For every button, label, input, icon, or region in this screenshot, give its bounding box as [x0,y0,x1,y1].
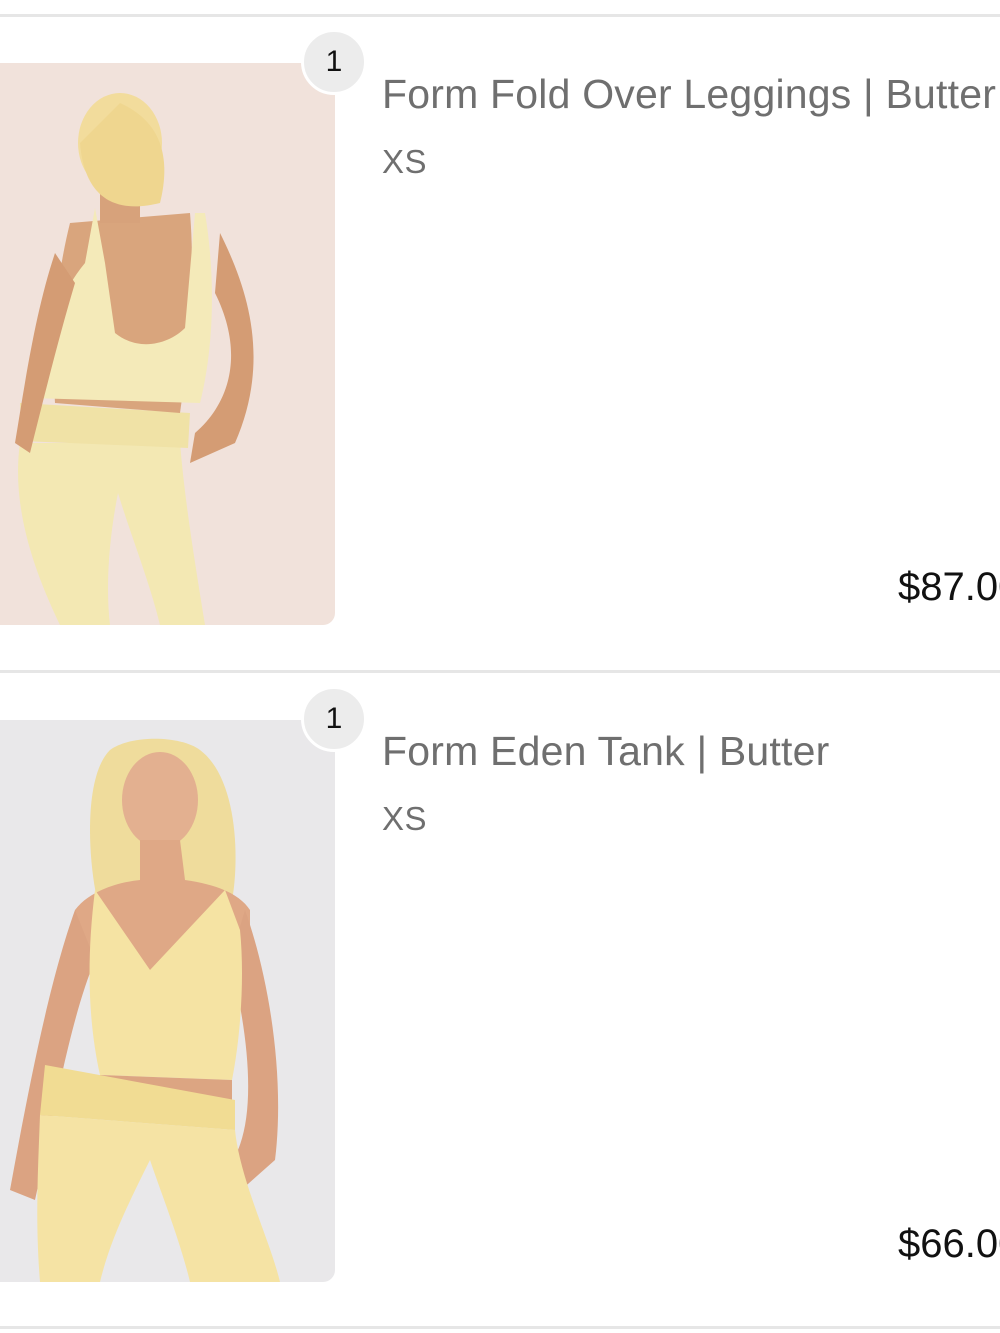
quantity-badge: 1 [301,29,367,95]
cart-item[interactable]: 1 Form Fold Over Leggings | Butter XS $8… [0,15,1000,655]
product-price: $87.00 [898,565,1000,609]
product-price: $66.00 [898,1222,1000,1266]
product-title[interactable]: Form Fold Over Leggings | Butter [382,71,996,118]
product-size: XS [382,143,428,180]
product-title[interactable]: Form Eden Tank | Butter [382,728,829,775]
product-photo-back-view-icon [0,63,335,625]
product-image-tank[interactable] [0,720,335,1282]
product-size: XS [382,800,428,837]
divider-bottom [0,1326,1000,1329]
cart-items-list: 1 Form Fold Over Leggings | Butter XS $8… [0,0,1000,1333]
cart-item[interactable]: 1 Form Eden Tank | Butter XS $66.00 [0,672,1000,1312]
product-photo-front-view-icon [0,720,335,1282]
product-image-leggings[interactable] [0,63,335,625]
quantity-badge: 1 [301,686,367,752]
